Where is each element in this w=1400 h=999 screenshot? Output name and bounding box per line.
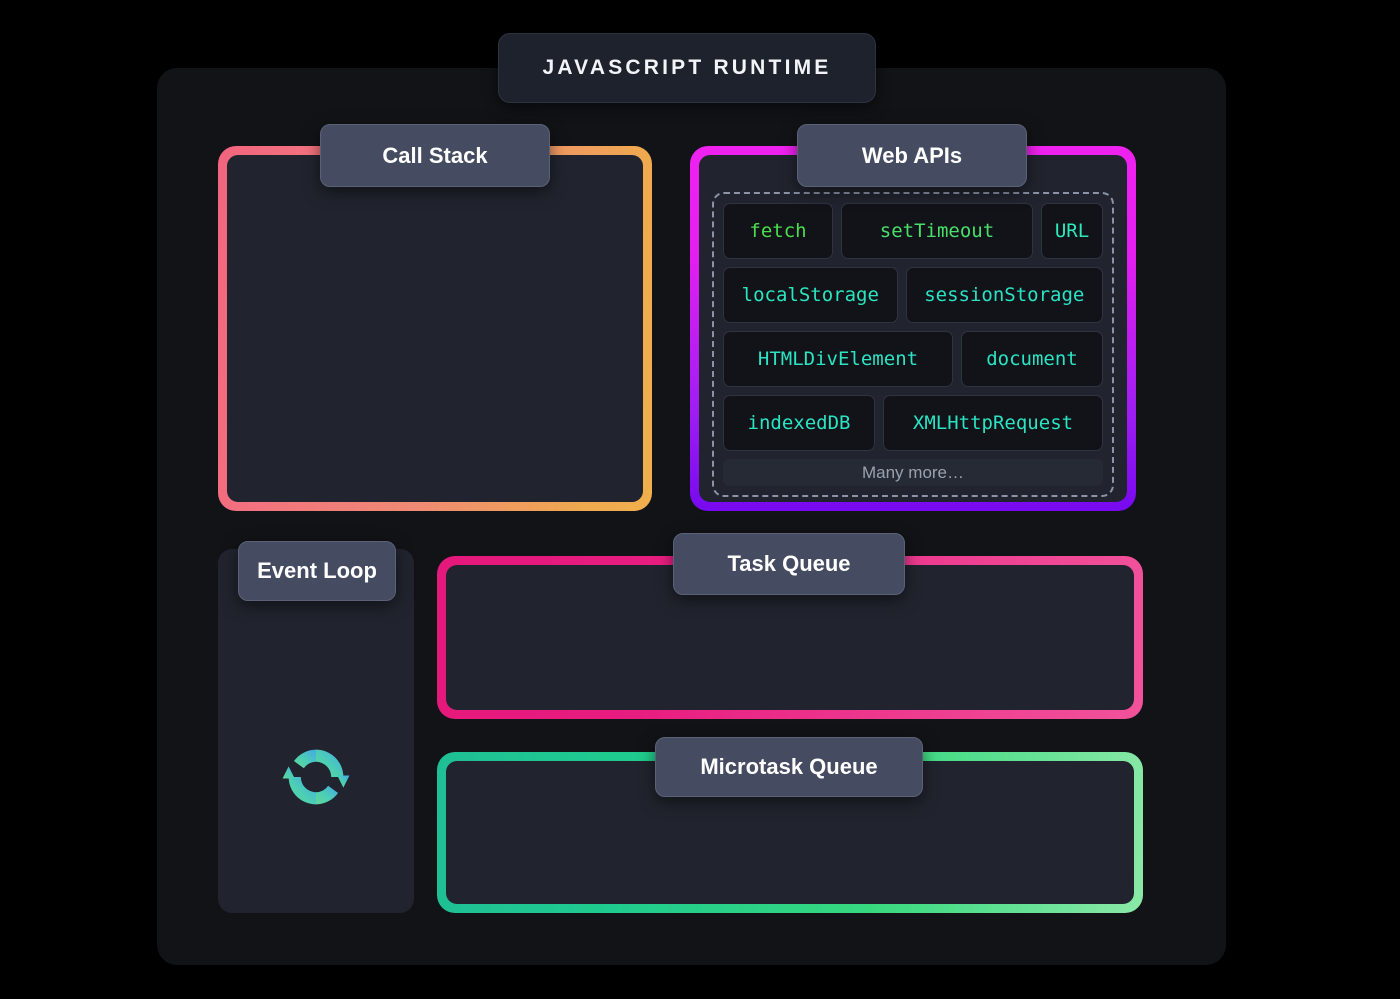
web-api-chip-URL[interactable]: URL: [1041, 203, 1103, 259]
web-apis-row: fetch setTimeout URL: [723, 203, 1103, 259]
counterclockwise-arrows-loop-icon: [278, 739, 354, 815]
web-apis-inner-area: fetch setTimeout URL localStorage sessio…: [699, 155, 1127, 502]
call-stack-panel: [218, 146, 652, 511]
microtask-queue-label: Microtask Queue: [655, 737, 923, 797]
task-queue-label: Task Queue: [673, 533, 905, 595]
event-loop-panel: [218, 549, 414, 913]
diagram-canvas: JAVASCRIPT RUNTIME Call Stack fetch setT…: [0, 0, 1400, 999]
call-stack-label: Call Stack: [320, 124, 550, 187]
web-apis-many-more-label: Many more…: [723, 459, 1103, 486]
web-api-chip-indexedDB[interactable]: indexedDB: [723, 395, 875, 451]
call-stack-inner-area: [227, 155, 643, 502]
web-apis-row: HTMLDivElement document: [723, 331, 1103, 387]
web-api-chip-HTMLDivElement[interactable]: HTMLDivElement: [723, 331, 953, 387]
runtime-title-badge: JAVASCRIPT RUNTIME: [498, 33, 876, 103]
web-api-chip-sessionStorage[interactable]: sessionStorage: [906, 267, 1103, 323]
event-loop-label: Event Loop: [238, 541, 396, 601]
web-apis-panel: fetch setTimeout URL localStorage sessio…: [690, 146, 1136, 511]
web-api-chip-localStorage[interactable]: localStorage: [723, 267, 898, 323]
web-api-chip-fetch[interactable]: fetch: [723, 203, 833, 259]
web-apis-label: Web APIs: [797, 124, 1027, 187]
web-apis-row: indexedDB XMLHttpRequest: [723, 395, 1103, 451]
web-api-chip-XMLHttpRequest[interactable]: XMLHttpRequest: [883, 395, 1103, 451]
web-apis-row: localStorage sessionStorage: [723, 267, 1103, 323]
web-api-chip-document[interactable]: document: [961, 331, 1103, 387]
web-apis-chip-group: fetch setTimeout URL localStorage sessio…: [712, 192, 1114, 497]
web-api-chip-setTimeout[interactable]: setTimeout: [841, 203, 1033, 259]
